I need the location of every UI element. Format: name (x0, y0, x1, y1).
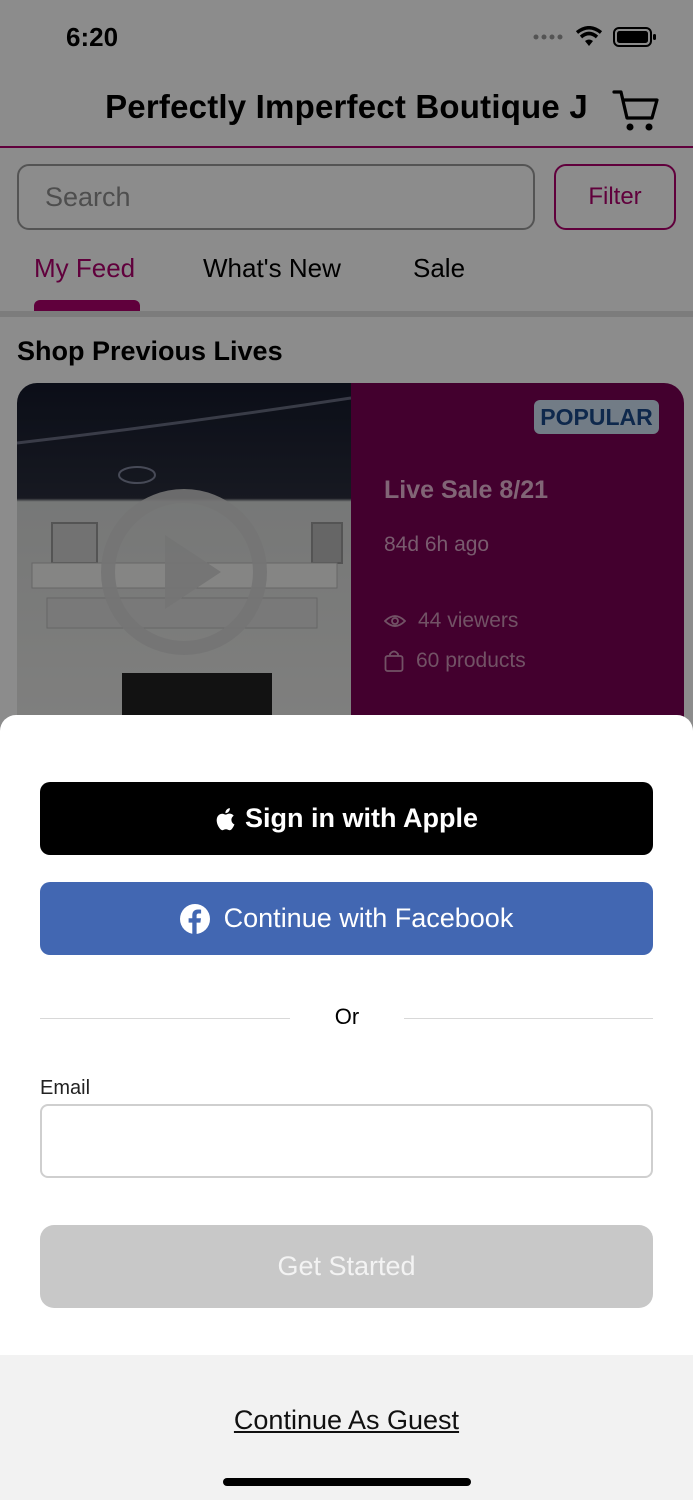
facebook-icon (179, 903, 210, 934)
apple-icon (216, 807, 235, 830)
sign-in-with-apple-button[interactable]: Sign in with Apple (40, 782, 653, 855)
email-label: Email (40, 1077, 91, 1099)
sign-in-sheet: Sign in with Apple Continue with Faceboo… (0, 715, 693, 1500)
divider-left (40, 1018, 290, 1019)
email-field[interactable] (40, 1104, 653, 1178)
home-indicator[interactable] (223, 1478, 471, 1486)
get-started-button[interactable]: Get Started (40, 1225, 653, 1308)
apple-button-label: Sign in with Apple (245, 803, 478, 833)
continue-as-guest-link[interactable]: Continue As Guest (0, 1405, 693, 1436)
or-separator: Or (334, 1004, 360, 1029)
continue-with-facebook-button[interactable]: Continue with Facebook (40, 882, 653, 955)
guest-footer: Continue As Guest (0, 1355, 693, 1500)
facebook-button-label: Continue with Facebook (223, 903, 514, 933)
divider-right (404, 1018, 653, 1019)
